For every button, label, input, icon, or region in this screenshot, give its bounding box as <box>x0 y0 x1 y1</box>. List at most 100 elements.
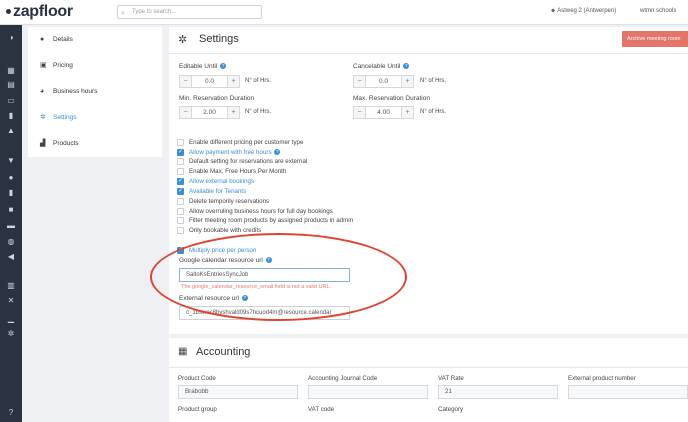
subnav-item-products[interactable]: ▟ Products <box>28 131 162 157</box>
users-icon[interactable]: ● <box>5 173 17 183</box>
search-input[interactable]: ⌕ Type to search... <box>117 5 262 19</box>
checkbox-external-bookings[interactable]: Allow external bookings <box>177 177 377 186</box>
subnav-label: Settings <box>53 114 77 121</box>
checkbox-box[interactable] <box>177 217 184 224</box>
vat-rate-input[interactable]: 21 <box>438 385 558 399</box>
checkbox-label: Delete temporily reservations <box>189 198 270 205</box>
decrement-button[interactable]: − <box>354 107 366 118</box>
subnav-item-business-hours[interactable]: ◕ Business hours <box>28 79 162 105</box>
decrement-button[interactable]: − <box>354 76 366 87</box>
max-duration-stepper[interactable]: − 4.00 + <box>353 106 414 119</box>
help-icon[interactable]: ? <box>274 149 281 156</box>
checkbox-allow-free-hours[interactable]: Allow payment with free hours ? <box>177 148 377 157</box>
checkbox-max-free-hours[interactable]: Enable Max. Free Hours Per Month <box>177 167 377 176</box>
checkbox-box[interactable] <box>177 187 184 196</box>
search-placeholder: Type to search... <box>132 9 177 15</box>
max-duration-value[interactable]: 4.00 <box>366 107 401 118</box>
checkbox-filter-products[interactable]: Filter meeting room products by assigned… <box>177 216 377 225</box>
settings-gear-icon: ✲ <box>178 34 188 46</box>
checkbox-overrule-business-hours[interactable]: Allow overruling business hours for full… <box>177 207 377 216</box>
top-bar: zapfloor ⌕ Type to search... ⬥ Astweg 2 (… <box>0 0 688 25</box>
editable-until-unit: N° of Hrs. <box>245 78 272 84</box>
checkbox-different-pricing[interactable]: Enable different pricing per customer ty… <box>177 138 377 147</box>
accounting-panel: ▦ Accounting Product Code Brabobb Accoun… <box>169 338 688 422</box>
warning-icon[interactable]: ▲ <box>5 126 17 136</box>
vat-rate-label: VAT Rate <box>438 375 464 382</box>
checkbox-box[interactable] <box>177 208 184 215</box>
journal-code-input[interactable] <box>308 385 428 399</box>
cancelable-until-stepper[interactable]: − 0.0 + <box>353 75 414 88</box>
calendar-icon[interactable]: ▦ <box>5 66 17 76</box>
checkbox-box[interactable] <box>177 158 184 165</box>
cart-icon: ▟ <box>40 140 46 147</box>
checkbox-label: Only bookable with credits <box>189 227 262 234</box>
cancelable-until-unit: N° of Hrs. <box>420 78 447 84</box>
external-product-number-label: External product number <box>568 375 636 382</box>
divider <box>169 53 688 54</box>
subnav-item-pricing[interactable]: ▣ Pricing <box>28 53 162 79</box>
checkbox-delete-temporily[interactable]: Delete temporily reservations <box>177 197 377 206</box>
location-selector[interactable]: ⬥ Astweg 2 (Antwerpen) <box>551 8 616 15</box>
monitor-icon[interactable]: ▭ <box>5 96 17 106</box>
tools-icon[interactable]: ✕ <box>5 296 17 306</box>
min-duration-value[interactable]: 2.00 <box>192 107 227 118</box>
checkbox-label: Allow payment with free hours <box>189 149 272 156</box>
filter-icon[interactable]: ▼ <box>5 156 17 166</box>
annotation-oval <box>150 233 407 321</box>
megaphone-icon[interactable]: ◀ <box>5 252 17 262</box>
product-code-input[interactable]: Brabobb <box>178 385 298 399</box>
editable-until-label: Editable Until ? <box>179 63 227 70</box>
globe-icon[interactable]: ◍ <box>5 237 17 247</box>
increment-button[interactable]: + <box>401 107 413 118</box>
increment-button[interactable]: + <box>227 107 239 118</box>
category-label: Category <box>438 406 464 413</box>
checkbox-box[interactable] <box>177 168 184 175</box>
workspace-selector[interactable]: wtmn schools <box>640 8 676 14</box>
checkbox-available-tenants[interactable]: Available for Tenants <box>177 187 377 196</box>
product-group-label: Product group <box>178 406 217 413</box>
document-icon[interactable]: ▮ <box>5 111 17 121</box>
checkbox-box[interactable] <box>177 148 184 157</box>
accounting-title: Accounting <box>196 346 251 358</box>
editable-until-stepper[interactable]: − 0.0 + <box>179 75 240 88</box>
list-icon[interactable]: ▤ <box>5 80 17 90</box>
cancelable-until-value[interactable]: 0.0 <box>366 76 401 87</box>
checkbox-box[interactable] <box>177 177 184 186</box>
help-icon[interactable]: ? <box>403 63 410 70</box>
checkbox-label: Allow overruling business hours for full… <box>189 208 333 215</box>
subnav-item-details[interactable]: ● Details <box>28 27 162 53</box>
settings-icon[interactable]: ✲ <box>5 329 17 339</box>
checkbox-label: Available for Tenants <box>189 188 247 195</box>
checkbox-default-external[interactable]: Default setting for reservations are ext… <box>177 157 377 166</box>
id-card-icon[interactable]: ▬ <box>5 221 17 231</box>
checkbox-box[interactable] <box>177 139 184 146</box>
min-duration-stepper[interactable]: − 2.00 + <box>179 106 240 119</box>
gear-icon: ✲ <box>40 114 46 121</box>
subnav-item-settings[interactable]: ✲ Settings <box>28 105 162 131</box>
settings-title: Settings <box>199 33 239 45</box>
storage-icon[interactable]: ▥ <box>5 281 17 291</box>
vat-code-label: VAT code <box>308 406 335 413</box>
box-icon[interactable]: ■ <box>5 205 17 215</box>
info-icon: ● <box>40 36 45 43</box>
checkbox-box[interactable] <box>177 198 184 205</box>
subnav-label: Details <box>53 36 73 43</box>
max-duration-label: Max. Reservation Duration <box>353 95 430 102</box>
product-code-label: Product Code <box>178 375 216 382</box>
zapfloor-logo[interactable]: zapfloor <box>6 3 73 21</box>
chart-icon[interactable]: ▁ <box>5 314 17 324</box>
label-text: Editable Until <box>179 63 218 70</box>
help-icon[interactable]: ? <box>5 408 17 418</box>
help-icon[interactable]: ? <box>220 63 227 70</box>
increment-button[interactable]: + <box>227 76 239 87</box>
external-product-number-input[interactable] <box>568 385 688 399</box>
increment-button[interactable]: + <box>401 76 413 87</box>
checkbox-box[interactable] <box>177 227 184 234</box>
decrement-button[interactable]: − <box>180 107 192 118</box>
building-icon[interactable]: ▮ <box>5 188 17 198</box>
dashboard-icon[interactable]: ◑ <box>5 33 17 43</box>
archive-meeting-room-button[interactable]: Archive meeting room <box>622 31 688 47</box>
editable-until-value[interactable]: 0.0 <box>192 76 227 87</box>
max-duration-unit: N° of Hrs. <box>420 109 447 115</box>
decrement-button[interactable]: − <box>180 76 192 87</box>
